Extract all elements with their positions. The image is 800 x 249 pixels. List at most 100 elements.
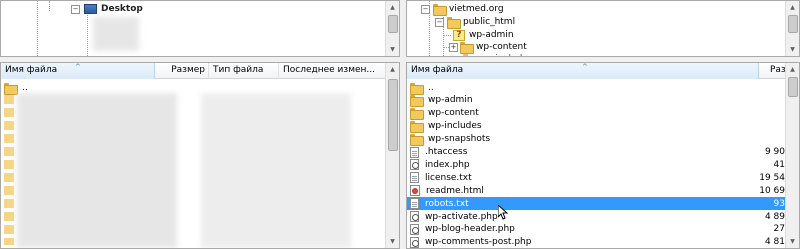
column-header-size[interactable]: Размер (155, 63, 209, 79)
remote-tree-scrollbar[interactable]: ▲ ▼ (785, 1, 799, 56)
scrollbar-thumb[interactable] (388, 79, 398, 151)
sort-ascending-icon: ^ (582, 63, 588, 71)
file-size: 27 (773, 224, 785, 235)
column-header-label: Имя файла (5, 65, 58, 75)
list-header: ^ Имя файла Размер Тип файла Последнее и… (1, 63, 387, 79)
collapse-icon[interactable]: − (435, 17, 444, 27)
scroll-down-icon[interactable]: ▼ (786, 43, 799, 56)
redacted-region (201, 93, 351, 248)
file-icon (410, 172, 419, 184)
list-item[interactable]: license.txt 19 54 (407, 171, 787, 184)
unknown-folder-icon: ? (453, 29, 465, 41)
php-file-icon (410, 236, 419, 248)
scrollbar-thumb[interactable] (388, 15, 398, 33)
column-header-label: Последнее измен... (283, 65, 375, 75)
list-item[interactable]: index.php 41 (407, 158, 787, 171)
remote-directory-tree[interactable]: − vietmed.org − public_html ? wp-admin +… (406, 0, 800, 57)
php-file-icon (410, 223, 419, 235)
column-header-label: Имя файла (411, 65, 464, 75)
column-header-modified[interactable]: Последнее измен... (279, 63, 387, 79)
scroll-down-icon[interactable]: ▼ (386, 235, 399, 248)
remote-list-scrollbar[interactable]: ▲ ▼ (785, 63, 799, 248)
scrollbar-thumb[interactable] (788, 15, 798, 33)
file-name: wp-activate.php (425, 211, 498, 222)
list-item[interactable]: robots.txt 93 (407, 197, 787, 211)
column-header-type[interactable]: Тип файла (209, 63, 279, 79)
list-header: ^ Имя файла Разме (407, 63, 799, 79)
file-name: wp-admin (428, 95, 473, 106)
sort-ascending-icon: ^ (75, 63, 81, 71)
redacted-region (93, 17, 139, 51)
tree-guide (87, 13, 88, 56)
scroll-up-icon[interactable]: ▲ (786, 1, 799, 14)
folder-icon (410, 108, 424, 121)
list-item[interactable]: wp-admin (407, 94, 787, 108)
file-name: .. (22, 82, 28, 93)
tree-guide (37, 1, 38, 56)
tree-item-wp-content[interactable]: + wp-content (449, 41, 527, 54)
tree-item-wp-includes[interactable]: wp-includes (463, 53, 533, 56)
desktop-icon (84, 4, 97, 14)
local-directory-tree[interactable]: − Desktop ▲ ▼ (0, 0, 400, 57)
tree-item-public-html[interactable]: − public_html (435, 16, 515, 29)
expand-icon[interactable]: + (449, 42, 458, 52)
file-size: 41 (773, 159, 785, 170)
list-item[interactable]: wp-activate.php 4 89 (407, 210, 787, 223)
php-file-icon (410, 159, 419, 171)
list-item[interactable]: .htaccess 9 90 (407, 146, 787, 159)
redacted-region (17, 93, 177, 248)
file-size: 9 90 (764, 147, 785, 157)
file-size: 4 89 (764, 211, 785, 222)
folder-icon (433, 4, 447, 16)
html-file-icon (410, 185, 420, 197)
local-tree-scrollbar[interactable]: ▲ ▼ (385, 1, 399, 56)
column-header-name[interactable]: ^ Имя файла (407, 63, 759, 79)
file-name: index.php (425, 159, 470, 170)
folder-icon (410, 95, 424, 108)
local-list-scrollbar[interactable]: ▲ ▼ (385, 63, 399, 248)
scrollbar-thumb[interactable] (788, 77, 798, 97)
folder-icon (4, 82, 18, 95)
tree-item-desktop[interactable]: − Desktop (71, 3, 143, 15)
mouse-cursor-icon (498, 205, 508, 220)
column-header-label: Размер (171, 65, 205, 75)
remote-file-list[interactable]: ^ Имя файла Разме .. wp-admin wp-content wp… (406, 62, 800, 249)
tree-item-label: wp-includes (479, 54, 533, 56)
list-item[interactable]: wp-snapshots (407, 133, 787, 147)
tree-item-label: wp-content (476, 42, 527, 52)
scroll-up-icon[interactable]: ▲ (386, 1, 399, 14)
list-item[interactable]: wp-blog-header.php 27 (407, 223, 787, 236)
file-size: 10 69 (759, 185, 785, 196)
local-file-list[interactable]: ^ Имя файла Размер Тип файла Последнее и… (0, 62, 400, 249)
collapse-icon[interactable]: − (71, 4, 80, 14)
folder-icon (410, 134, 424, 147)
file-name: wp-comments-post.php (425, 237, 532, 248)
scroll-up-icon[interactable]: ▲ (386, 63, 399, 76)
file-icon (410, 198, 419, 210)
folder-icon (460, 42, 474, 54)
folder-icon (463, 54, 475, 56)
file-size: 4 81 (764, 237, 785, 248)
column-header-name[interactable]: ^ Имя файла (1, 63, 155, 79)
scroll-up-icon[interactable]: ▲ (786, 63, 799, 76)
folder-icon (410, 82, 424, 95)
file-name: wp-snapshots (428, 134, 491, 145)
column-header-label: Тип файла (213, 65, 264, 75)
scroll-down-icon[interactable]: ▼ (386, 43, 399, 56)
collapse-icon[interactable]: − (421, 4, 430, 14)
folder-icon-column (4, 95, 14, 245)
folder-icon (447, 17, 461, 29)
list-item[interactable]: wp-includes (407, 120, 787, 134)
list-item[interactable]: readme.html 10 69 (407, 184, 787, 197)
file-size: 19 54 (759, 172, 785, 183)
tree-item-wp-admin[interactable]: ? wp-admin (453, 29, 514, 41)
tree-item-label: Desktop (101, 4, 143, 14)
tree-item-label: vietmed.org (449, 4, 504, 14)
scroll-down-icon[interactable]: ▼ (786, 235, 799, 248)
php-file-icon (410, 211, 419, 222)
list-item[interactable]: .. (407, 81, 787, 95)
list-item[interactable]: wp-content (407, 107, 787, 121)
list-item[interactable]: wp-comments-post.php 4 81 (407, 236, 787, 248)
tree-item-vietmed[interactable]: − vietmed.org (421, 3, 504, 16)
file-name: wp-content (428, 108, 479, 119)
